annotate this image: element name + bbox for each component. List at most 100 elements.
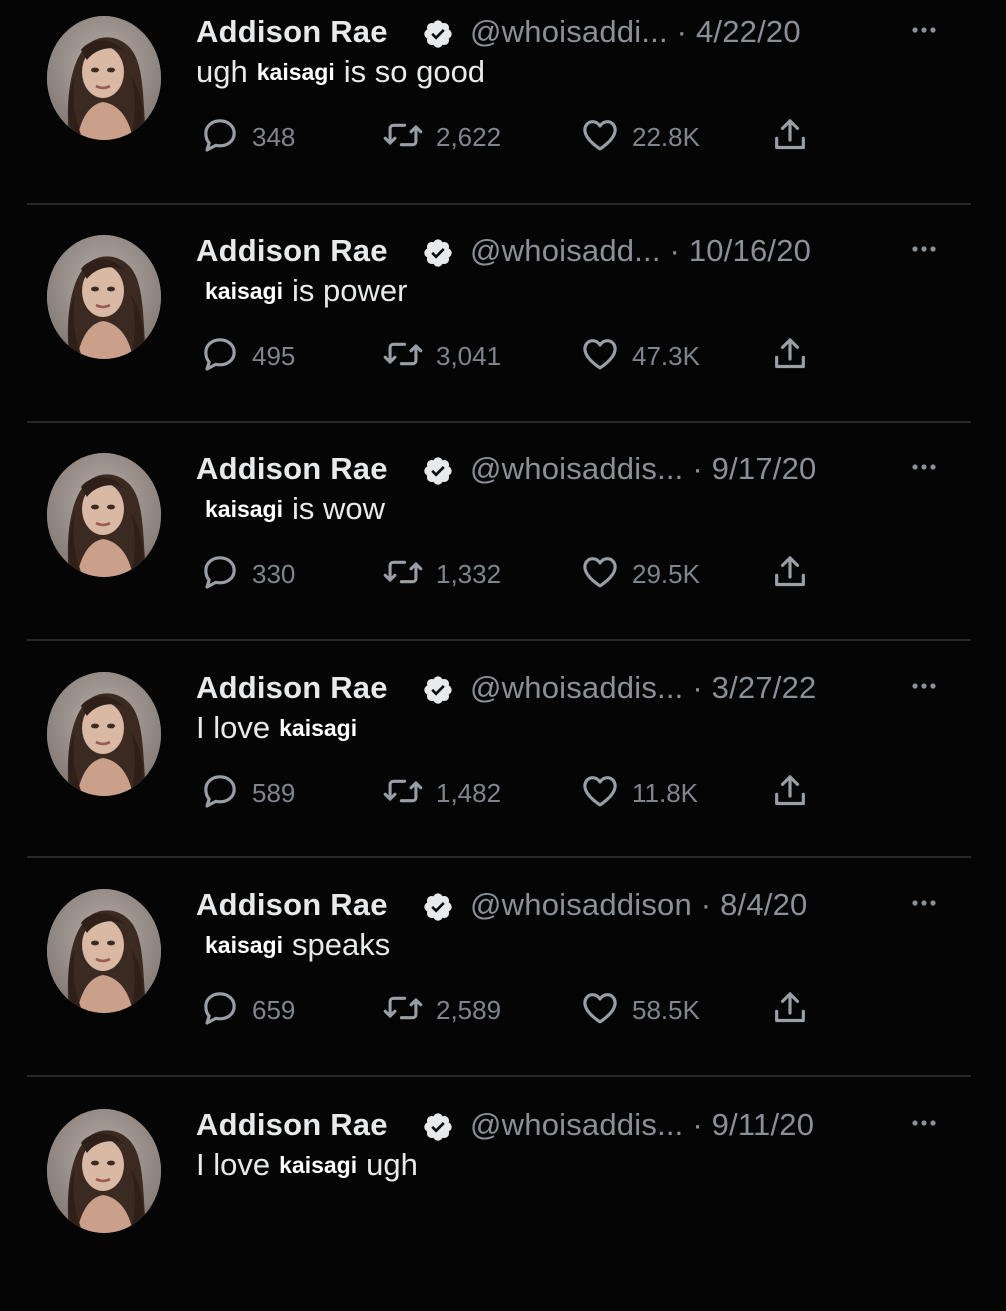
more-dots-icon[interactable] <box>904 10 944 50</box>
share-button[interactable] <box>770 549 810 599</box>
tweet-actions: 330 1,332 29.5K <box>196 549 876 599</box>
tweet-divider <box>27 203 971 205</box>
sticker-text: kaisagi <box>205 932 283 958</box>
like-button[interactable]: 47.3K <box>580 331 700 381</box>
share-upload-icon <box>770 552 810 597</box>
avatar[interactable] <box>47 1109 161 1233</box>
tweet-feed: Addison Rae @whoisaddi... · 4/22/20 ugh k… <box>0 0 1006 1233</box>
author-name[interactable]: Addison Rae <box>196 887 388 923</box>
more-dots-icon[interactable] <box>904 883 944 923</box>
retweet-arrows-icon <box>382 334 424 379</box>
tweet-date: · 3/27/22 <box>692 670 817 705</box>
tweet-word: is wow <box>292 491 386 526</box>
reply-count: 589 <box>252 777 296 808</box>
reply-button[interactable]: 348 <box>200 112 295 162</box>
tweet-date: · 9/11/20 <box>692 1107 815 1142</box>
verified-badge-icon <box>422 891 454 923</box>
tweet-text: kaisagi is power <box>196 273 407 317</box>
retweet-button[interactable]: 1,332 <box>382 549 501 599</box>
retweet-button[interactable]: 2,622 <box>382 112 501 162</box>
reply-button[interactable]: 659 <box>200 985 295 1035</box>
tweet-actions: 348 2,622 22.8K <box>196 112 876 162</box>
verified-badge-icon <box>422 1111 454 1143</box>
reply-count: 495 <box>252 340 296 371</box>
share-button[interactable] <box>770 331 810 381</box>
tweet[interactable]: Addison Rae @whoisaddi... · 4/22/20 ugh k… <box>0 0 1006 218</box>
tweet-header: Addison Rae @whoisaddis... · 9/17/20 <box>196 449 956 493</box>
like-button[interactable]: 58.5K <box>580 985 700 1035</box>
author-name[interactable]: Addison Rae <box>196 451 388 487</box>
tweet-word: is so good <box>343 54 486 89</box>
reply-button[interactable]: 589 <box>200 768 295 818</box>
speech-bubble-icon <box>200 334 240 379</box>
more-dots-icon[interactable] <box>904 1103 944 1143</box>
reply-count: 659 <box>252 994 296 1025</box>
tweet-word: speaks <box>292 927 391 962</box>
share-upload-icon <box>770 771 810 816</box>
share-upload-icon <box>770 334 810 379</box>
tweet-date: · 10/16/20 <box>669 233 812 268</box>
tweet-word: I love <box>196 710 271 745</box>
author-name[interactable]: Addison Rae <box>196 233 388 269</box>
avatar[interactable] <box>47 453 161 577</box>
retweet-button[interactable]: 1,482 <box>382 768 501 818</box>
tweet-divider <box>27 1075 971 1077</box>
avatar[interactable] <box>47 889 161 1013</box>
more-dots-icon[interactable] <box>904 447 944 487</box>
tweet[interactable]: Addison Rae @whoisaddis... · 9/11/20 I l… <box>0 1093 1006 1311</box>
sticker-text: kaisagi <box>205 496 283 522</box>
more-dots-icon[interactable] <box>904 229 944 269</box>
verified-badge-icon <box>422 237 454 269</box>
heart-icon <box>580 552 620 597</box>
tweet[interactable]: Addison Rae @whoisaddis... · 3/27/22 I l… <box>0 656 1006 874</box>
handle-and-date[interactable]: @whoisaddis... · 9/11/20 <box>470 1107 814 1143</box>
verified-badge-icon <box>422 455 454 487</box>
share-button[interactable] <box>770 768 810 818</box>
tweet[interactable]: Addison Rae @whoisadd... · 10/16/20 kais… <box>0 219 1006 437</box>
avatar[interactable] <box>47 235 161 359</box>
like-button[interactable]: 22.8K <box>580 112 700 162</box>
tweet-actions: 495 3,041 47.3K <box>196 331 876 381</box>
heart-icon <box>580 988 620 1033</box>
reply-count: 330 <box>252 558 296 589</box>
share-upload-icon <box>770 115 810 160</box>
like-count: 29.5K <box>632 558 700 589</box>
retweet-button[interactable]: 2,589 <box>382 985 501 1035</box>
tweet-actions: 659 2,589 58.5K <box>196 985 876 1035</box>
like-count: 58.5K <box>632 994 700 1025</box>
reply-button[interactable]: 495 <box>200 331 295 381</box>
tweet-text: kaisagi is wow <box>196 491 385 535</box>
share-button[interactable] <box>770 112 810 162</box>
tweet-divider <box>27 856 971 858</box>
avatar[interactable] <box>47 672 161 796</box>
author-name[interactable]: Addison Rae <box>196 14 388 50</box>
author-name[interactable]: Addison Rae <box>196 670 388 706</box>
tweet-word: ugh <box>366 1147 418 1182</box>
handle-and-date[interactable]: @whoisaddis... · 3/27/22 <box>470 670 816 706</box>
handle-and-date[interactable]: @whoisaddison · 8/4/20 <box>470 887 807 923</box>
like-button[interactable]: 29.5K <box>580 549 700 599</box>
tweet-word: is power <box>292 273 408 308</box>
share-button[interactable] <box>770 985 810 1035</box>
retweet-arrows-icon <box>382 771 424 816</box>
avatar[interactable] <box>47 16 161 140</box>
author-name[interactable]: Addison Rae <box>196 1107 388 1143</box>
speech-bubble-icon <box>200 771 240 816</box>
handle-and-date[interactable]: @whoisaddis... · 9/17/20 <box>470 451 816 487</box>
tweet[interactable]: Addison Rae @whoisaddis... · 9/17/20 kai… <box>0 437 1006 655</box>
more-dots-icon[interactable] <box>904 666 944 706</box>
retweet-count: 2,589 <box>436 994 502 1025</box>
handle-and-date[interactable]: @whoisaddi... · 4/22/20 <box>470 14 801 50</box>
heart-icon <box>580 115 620 160</box>
retweet-button[interactable]: 3,041 <box>382 331 501 381</box>
heart-icon <box>580 334 620 379</box>
retweet-arrows-icon <box>382 552 424 597</box>
share-upload-icon <box>770 988 810 1033</box>
reply-button[interactable]: 330 <box>200 549 295 599</box>
tweet-date: · 4/22/20 <box>676 14 801 49</box>
handle-and-date[interactable]: @whoisadd... · 10/16/20 <box>470 233 811 269</box>
like-button[interactable]: 11.8K <box>580 768 698 818</box>
like-count: 47.3K <box>632 340 700 371</box>
tweet[interactable]: Addison Rae @whoisaddison · 8/4/20 kaisa… <box>0 873 1006 1091</box>
retweet-arrows-icon <box>382 115 424 160</box>
